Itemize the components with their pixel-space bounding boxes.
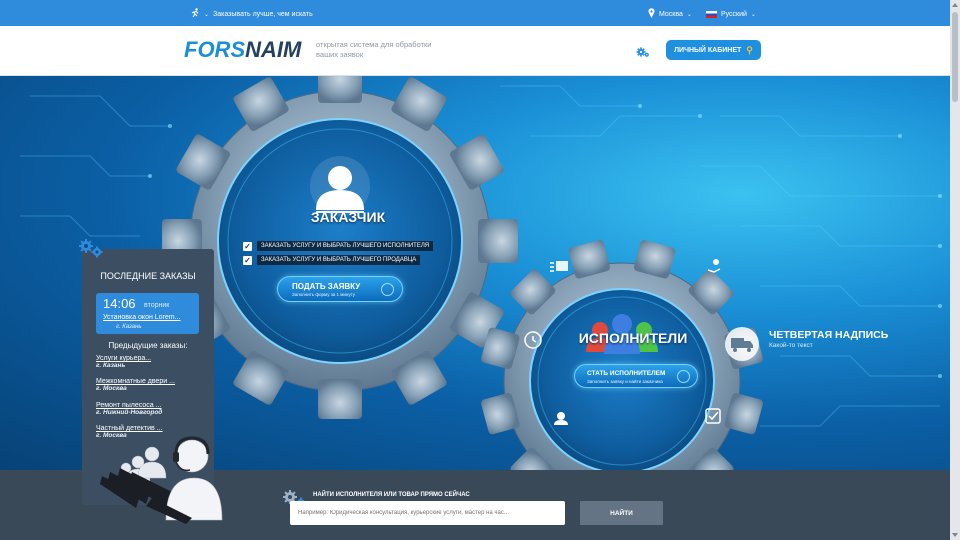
city-selector[interactable]: Москва ⌄	[648, 8, 692, 20]
list-item[interactable]: Ремонт пылесоса ... г. Нижний-Новгород	[96, 402, 162, 416]
call-center-operators-illustration	[100, 432, 225, 524]
city-label: Москва	[659, 10, 683, 18]
personal-cabinet-button[interactable]: ЛИЧНЫЙ КАБИНЕТ ⚲	[666, 40, 761, 60]
become-performer-button[interactable]: СТАТЬ ИСПОЛНИТЕЛЕМ Заполнить заявку и на…	[574, 364, 698, 388]
customer-option-label: ЗАКАЗАТЬ УСЛУГУ И ВЫБРАТЬ ЛУЧШЕГО ИСПОЛН…	[257, 241, 434, 251]
language-selector[interactable]: Русский ⌄	[705, 10, 756, 18]
search-label: НАЙТИ ИСПОЛНИТЕЛЯ ИЛИ ТОВАР ПРЯМО СЕЙЧАС	[313, 492, 470, 498]
previous-order-link[interactable]: Частный детектив ...	[96, 425, 163, 432]
customer-option-2[interactable]: ✓ ЗАКАЗАТЬ УСЛУГУ И ВЫБРАТЬ ЛУЧШЕГО ПРОД…	[243, 255, 421, 265]
logo-part-1: FORS	[184, 37, 246, 62]
russian-flag-icon	[705, 10, 717, 18]
logo-part-2: NAIM	[245, 37, 302, 62]
arrow-circle-icon	[677, 370, 690, 383]
previous-order-city: г. Нижний-Новгород	[96, 409, 163, 416]
submit-request-label: ПОДАТЬ ЗАЯВКУ	[292, 282, 361, 291]
previous-order-city: г. Казань	[96, 362, 126, 369]
previous-order-link[interactable]: Межкомнатные двери ...	[96, 378, 175, 385]
checkbox-checked-icon[interactable]: ✓	[243, 255, 252, 265]
submit-request-button[interactable]: ПОДАТЬ ЗАЯВКУ Заполнить форму за 1 минут…	[277, 276, 403, 302]
fourth-subtitle: Какой-то текст	[769, 342, 813, 349]
chevron-down-icon[interactable]: ⌄	[204, 11, 209, 18]
header-tagline: открытая система для обработки ваших зая…	[316, 40, 432, 59]
logo[interactable]: FORSNAIM	[184, 37, 301, 63]
gears-icon	[78, 236, 104, 265]
fourth-caption: ЧЕТВЕРТАЯ НАДПИСЬ Какой-то текст	[769, 329, 888, 349]
scroll-up-icon[interactable]	[952, 3, 958, 7]
chevron-down-icon: ⌄	[750, 11, 756, 18]
list-item[interactable]: Услуги курьера... г. Казань	[96, 355, 151, 369]
topbar-tagline: Заказывать лучше, чем искать	[213, 10, 313, 18]
previous-order-link[interactable]: Ремонт пылесоса ...	[96, 402, 162, 409]
become-performer-label: СТАТЬ ИСПОЛНИТЕЛЕМ	[587, 370, 666, 377]
settings-gear-icon[interactable]	[636, 45, 650, 59]
order-city: г. Казань	[116, 324, 142, 330]
location-pin-icon	[648, 8, 655, 20]
performers-title: ИСПОЛНИТЕЛИ	[578, 330, 688, 346]
site-header: FORSNAIM открытая система для обработки …	[0, 26, 950, 76]
submit-request-sublabel: Заполнить форму за 1 минуту	[292, 292, 355, 297]
previous-orders-title: Предыдущие заказы:	[108, 341, 188, 350]
previous-order-city: г. Москва	[96, 385, 127, 392]
arrow-circle-icon	[381, 283, 394, 296]
page-scrollbar[interactable]	[950, 0, 960, 540]
recent-orders-title: ПОСЛЕДНИЕ ЗАКАЗЫ	[100, 271, 196, 281]
checkbox-checked-icon[interactable]: ✓	[243, 241, 252, 251]
order-day: вторник	[144, 302, 170, 309]
customer-option-label: ЗАКАЗАТЬ УСЛУГУ И ВЫБРАТЬ ЛУЧШЕГО ПРОДАВ…	[257, 255, 421, 265]
runner-icon[interactable]	[190, 8, 200, 20]
top-bar: ⌄ Заказывать лучше, чем искать Москва ⌄ …	[0, 0, 950, 26]
scrollbar-thumb[interactable]	[952, 12, 958, 102]
customer-title: ЗАКАЗЧИК	[310, 209, 386, 225]
previous-order-link[interactable]: Услуги курьера...	[96, 355, 151, 362]
order-time: 14:06	[103, 296, 136, 311]
customer-option-1[interactable]: ✓ ЗАКАЗАТЬ УСЛУГУ И ВЫБРАТЬ ЛУЧШЕГО ИСПО…	[243, 241, 434, 251]
fourth-title: ЧЕТВЕРТАЯ НАДПИСЬ	[769, 329, 889, 341]
list-item[interactable]: Межкомнатные двери ... г. Москва	[96, 378, 175, 392]
personal-cabinet-label: ЛИЧНЫЙ КАБИНЕТ	[674, 46, 742, 54]
key-icon: ⚲	[746, 44, 753, 55]
become-performer-sublabel: Заполнить заявку и найти заказчика	[587, 379, 663, 384]
latest-order-card[interactable]: 14:06 вторник Установка окон Lorem... г.…	[96, 293, 199, 334]
chevron-down-icon: ⌄	[686, 11, 692, 18]
search-button[interactable]: НАЙТИ	[580, 501, 663, 525]
scroll-down-icon[interactable]	[952, 533, 958, 537]
order-service-link[interactable]: Установка окон Lorem...	[103, 314, 180, 321]
search-input[interactable]	[290, 501, 565, 525]
language-label: Русский	[720, 10, 747, 18]
